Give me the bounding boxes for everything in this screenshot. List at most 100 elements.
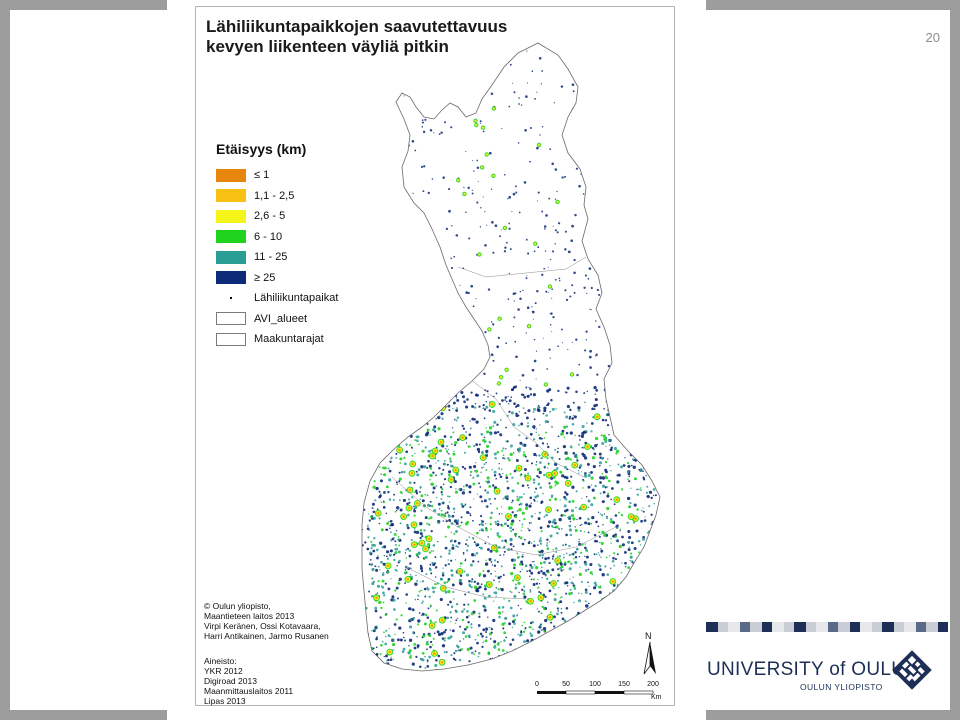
- map-texture-dot: [624, 456, 626, 459]
- map-texture-dot: [565, 607, 569, 610]
- map-texture-dot: [406, 391, 410, 395]
- map-texture-dot: [419, 522, 423, 526]
- map-texture-dot: [634, 448, 637, 452]
- map-texture-dot: [425, 573, 428, 576]
- map-texture-dot: [626, 521, 629, 524]
- map-texture-dot: [599, 585, 602, 587]
- map-texture-dot: [469, 512, 471, 515]
- map-texture-dot: [548, 197, 551, 200]
- map-texture-dot: [560, 85, 564, 88]
- map-texture-dot: [532, 478, 536, 482]
- legend-item: Lähiliikuntapaikat: [216, 288, 386, 309]
- map-texture-dot: [493, 640, 497, 644]
- checker-cell: [816, 622, 828, 632]
- map-texture-dot: [488, 583, 491, 586]
- map-texture-dot: [448, 209, 451, 213]
- map-texture-dot: [596, 373, 599, 376]
- map-texture-dot: [593, 385, 597, 390]
- map-texture-dot: [541, 605, 544, 608]
- map-texture-dot: [639, 468, 643, 472]
- map-texture-dot: [567, 482, 569, 484]
- map-texture-dot: [425, 642, 429, 646]
- source-line: Maanmittauslaitos 2011: [204, 686, 294, 696]
- map-texture-dot: [465, 405, 469, 409]
- map-texture-dot: [428, 655, 431, 659]
- map-texture-dot: [568, 662, 571, 665]
- map-texture-dot: [526, 570, 529, 573]
- map-texture-dot: [529, 432, 533, 436]
- scale-tick-label: 150: [618, 681, 630, 688]
- map-texture-dot: [578, 184, 581, 188]
- map-texture-dot: [540, 530, 543, 533]
- map-texture-dot: [438, 522, 440, 524]
- map-texture-dot: [417, 556, 420, 558]
- map-texture-dot: [380, 501, 383, 504]
- credit-line: Virpi Keränen, Ossi Kotavaara,: [204, 621, 321, 631]
- map-texture-dot: [581, 452, 585, 456]
- map-texture-dot: [512, 325, 515, 328]
- map-texture-dot: [629, 625, 633, 629]
- checker-cell: [938, 622, 948, 632]
- map-texture-dot: [596, 641, 600, 644]
- map-texture-dot: [609, 465, 611, 467]
- map-texture-dot: [493, 600, 495, 602]
- map-texture-dot: [650, 396, 653, 399]
- map-texture-dot: [570, 239, 573, 242]
- map-texture-dot: [489, 637, 492, 640]
- map-texture-dot: [626, 427, 629, 430]
- map-texture-dot: [492, 409, 496, 413]
- map-texture-dot: [622, 611, 627, 615]
- map-texture-dot: [432, 637, 435, 640]
- map-texture-dot: [438, 415, 441, 418]
- map-texture-dot: [541, 437, 543, 440]
- map-texture-dot: [449, 307, 452, 311]
- map-texture-dot: [424, 327, 429, 332]
- map-texture-dot: [545, 643, 549, 647]
- map-texture-dot: [470, 626, 473, 629]
- map-texture-dot: [483, 408, 487, 411]
- legend-swatch: [216, 250, 246, 264]
- map-texture-dot: [508, 458, 511, 462]
- map-texture-dot: [645, 474, 647, 477]
- map-texture-dot: [537, 630, 541, 634]
- map-texture-dot: [399, 92, 402, 95]
- map-texture-dot: [518, 508, 522, 512]
- map-texture-dot: [573, 111, 577, 114]
- map-texture-dot: [456, 66, 461, 72]
- legend-dot-swatch: [216, 292, 246, 305]
- map-texture-dot: [371, 507, 374, 510]
- map-texture-dot: [635, 529, 639, 533]
- map-texture-dot: [577, 61, 580, 64]
- map-texture-dot: [471, 405, 475, 408]
- map-texture-dot: [629, 436, 633, 439]
- map-texture-dot: [442, 483, 445, 486]
- map-texture-dot: [423, 587, 427, 591]
- map-texture-dot: [485, 405, 489, 409]
- map-texture-dot: [495, 587, 498, 589]
- map-texture-dot: [449, 354, 453, 357]
- map-texture-dot: [603, 219, 605, 222]
- map-texture-dot: [652, 427, 656, 431]
- map-texture-dot: [392, 498, 395, 502]
- map-texture-dot: [505, 495, 509, 499]
- map-texture-dot: [472, 476, 475, 479]
- map-texture-dot: [484, 587, 487, 591]
- map-texture-dot: [460, 648, 463, 651]
- map-texture-dot: [396, 408, 400, 412]
- map-texture-dot: [424, 391, 427, 394]
- map-texture-dot: [383, 554, 385, 557]
- map-texture-dot: [379, 616, 382, 619]
- north-arrow-icon: [643, 641, 656, 675]
- map-texture-dot: [543, 607, 546, 611]
- map-texture-dot: [429, 516, 433, 519]
- map-texture-dot: [652, 467, 656, 471]
- map-texture-dot: [600, 434, 603, 437]
- map-texture-dot: [587, 581, 589, 584]
- map-texture-dot: [389, 442, 392, 445]
- map-texture-dot: [508, 227, 511, 230]
- map-texture-dot: [659, 417, 660, 419]
- map-texture-dot: [517, 604, 520, 607]
- map-texture-dot: [624, 636, 626, 638]
- map-texture-dot: [445, 336, 448, 340]
- map-texture-dot: [601, 651, 603, 653]
